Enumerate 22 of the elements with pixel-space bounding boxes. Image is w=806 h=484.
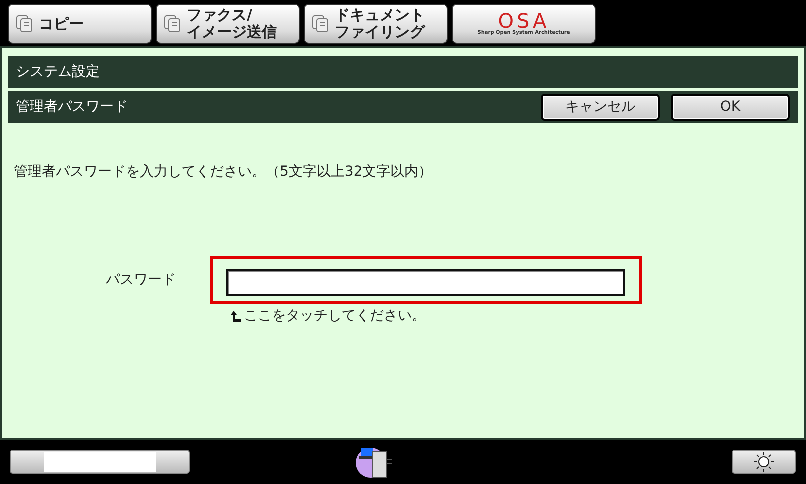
status-button[interactable] [10,450,190,474]
document-icon [311,14,331,34]
mode-tab[interactable]: ドキュメント ファイリング [304,4,448,44]
dialog-title: 管理者パスワード [16,98,128,116]
touch-hint: ここをタッチしてください。 [244,307,426,325]
mode-tab-label: コピー [39,16,84,32]
document-icon [15,14,35,34]
ok-button[interactable]: OK [671,94,790,120]
sun-icon [754,452,774,472]
return-arrow-icon [230,310,241,322]
mode-tab[interactable]: コピー [8,4,152,44]
mode-tab[interactable]: ファクス/ イメージ送信 [156,4,300,44]
osa-logo: OSA [498,12,550,30]
instruction-text: 管理者パスワードを入力してください。（5文字以上32文字以内） [14,163,434,181]
password-label: パスワード [106,271,177,289]
breadcrumb-title: システム設定 [16,63,100,81]
password-field[interactable] [226,269,625,296]
brightness-button[interactable] [732,450,796,474]
document-icon [163,14,183,34]
mode-tab-label: ドキュメント ファイリング [335,7,425,41]
mode-tab-label: ファクス/ イメージ送信 [187,7,277,41]
cancel-button[interactable]: キャンセル [541,94,660,120]
